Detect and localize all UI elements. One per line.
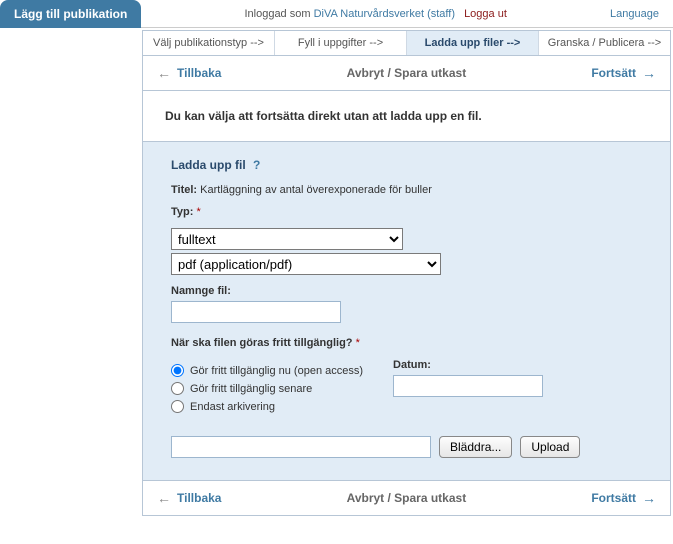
- step-fill-details[interactable]: Fyll i uppgifter -->: [275, 31, 407, 55]
- logout-link[interactable]: Logga ut: [464, 8, 507, 20]
- back-label: Tillbaka: [177, 491, 221, 505]
- arrow-right-icon: →: [642, 66, 656, 80]
- continue-button-bottom[interactable]: Fortsätt →: [591, 491, 656, 505]
- name-file-input[interactable]: [171, 301, 341, 323]
- user-link[interactable]: DiVA Naturvårdsverket (staff): [314, 8, 455, 20]
- cancel-save-button[interactable]: Avbryt / Spara utkast: [347, 66, 467, 80]
- browse-button[interactable]: Bläddra...: [439, 436, 512, 458]
- back-button[interactable]: ← Tillbaka: [157, 66, 221, 80]
- add-publication-tab[interactable]: Lägg till publikation: [0, 0, 141, 28]
- required-marker: *: [356, 337, 360, 349]
- continue-label: Fortsätt: [591, 66, 636, 80]
- back-button-bottom[interactable]: ← Tillbaka: [157, 491, 221, 505]
- info-text: Du kan välja att fortsätta direkt utan a…: [142, 91, 671, 142]
- radio-later[interactable]: [171, 382, 184, 395]
- language-link[interactable]: Language: [610, 8, 673, 20]
- radio-archive-only-label: Endast arkivering: [190, 401, 275, 413]
- wizard-steps: Välj publikationstyp --> Fyll i uppgifte…: [142, 30, 671, 56]
- upload-button[interactable]: Upload: [520, 436, 580, 458]
- upload-heading: Ladda upp fil: [171, 158, 246, 172]
- login-info: Inloggad som DiVA Naturvårdsverket (staf…: [141, 8, 610, 20]
- arrow-left-icon: ←: [157, 66, 171, 80]
- title-value: Kartläggning av antal överexponerade för…: [200, 184, 432, 196]
- required-marker: *: [196, 206, 200, 218]
- help-icon[interactable]: ?: [253, 158, 260, 172]
- continue-label: Fortsätt: [591, 491, 636, 505]
- arrow-left-icon: ←: [157, 491, 171, 505]
- logged-in-label: Inloggad som: [244, 8, 310, 20]
- format-select[interactable]: pdf (application/pdf): [171, 253, 441, 275]
- title-label: Titel:: [171, 184, 197, 196]
- cancel-save-button-bottom[interactable]: Avbryt / Spara utkast: [347, 491, 467, 505]
- continue-button[interactable]: Fortsätt →: [591, 66, 656, 80]
- step-upload-files[interactable]: Ladda upp filer -->: [407, 31, 539, 55]
- radio-later-label: Gör fritt tillgänglig senare: [190, 383, 312, 395]
- file-path-display: [171, 436, 431, 458]
- sidebar: [0, 28, 140, 522]
- date-label: Datum:: [393, 359, 543, 371]
- step-choose-type[interactable]: Välj publikationstyp -->: [143, 31, 275, 55]
- type-label: Typ:: [171, 206, 193, 218]
- availability-label: När ska filen göras fritt tillgänglig?: [171, 337, 353, 349]
- radio-open-access-label: Gör fritt tillgänglig nu (open access): [190, 365, 363, 377]
- arrow-right-icon: →: [642, 491, 656, 505]
- back-label: Tillbaka: [177, 66, 221, 80]
- radio-archive-only[interactable]: [171, 400, 184, 413]
- upload-panel: Ladda upp fil ? Titel: Kartläggning av a…: [142, 142, 671, 481]
- type-select[interactable]: fulltext: [171, 228, 403, 250]
- radio-open-access[interactable]: [171, 364, 184, 377]
- step-review-publish[interactable]: Granska / Publicera -->: [539, 31, 670, 55]
- name-file-label: Namnge fil:: [171, 285, 642, 297]
- date-input[interactable]: [393, 375, 543, 397]
